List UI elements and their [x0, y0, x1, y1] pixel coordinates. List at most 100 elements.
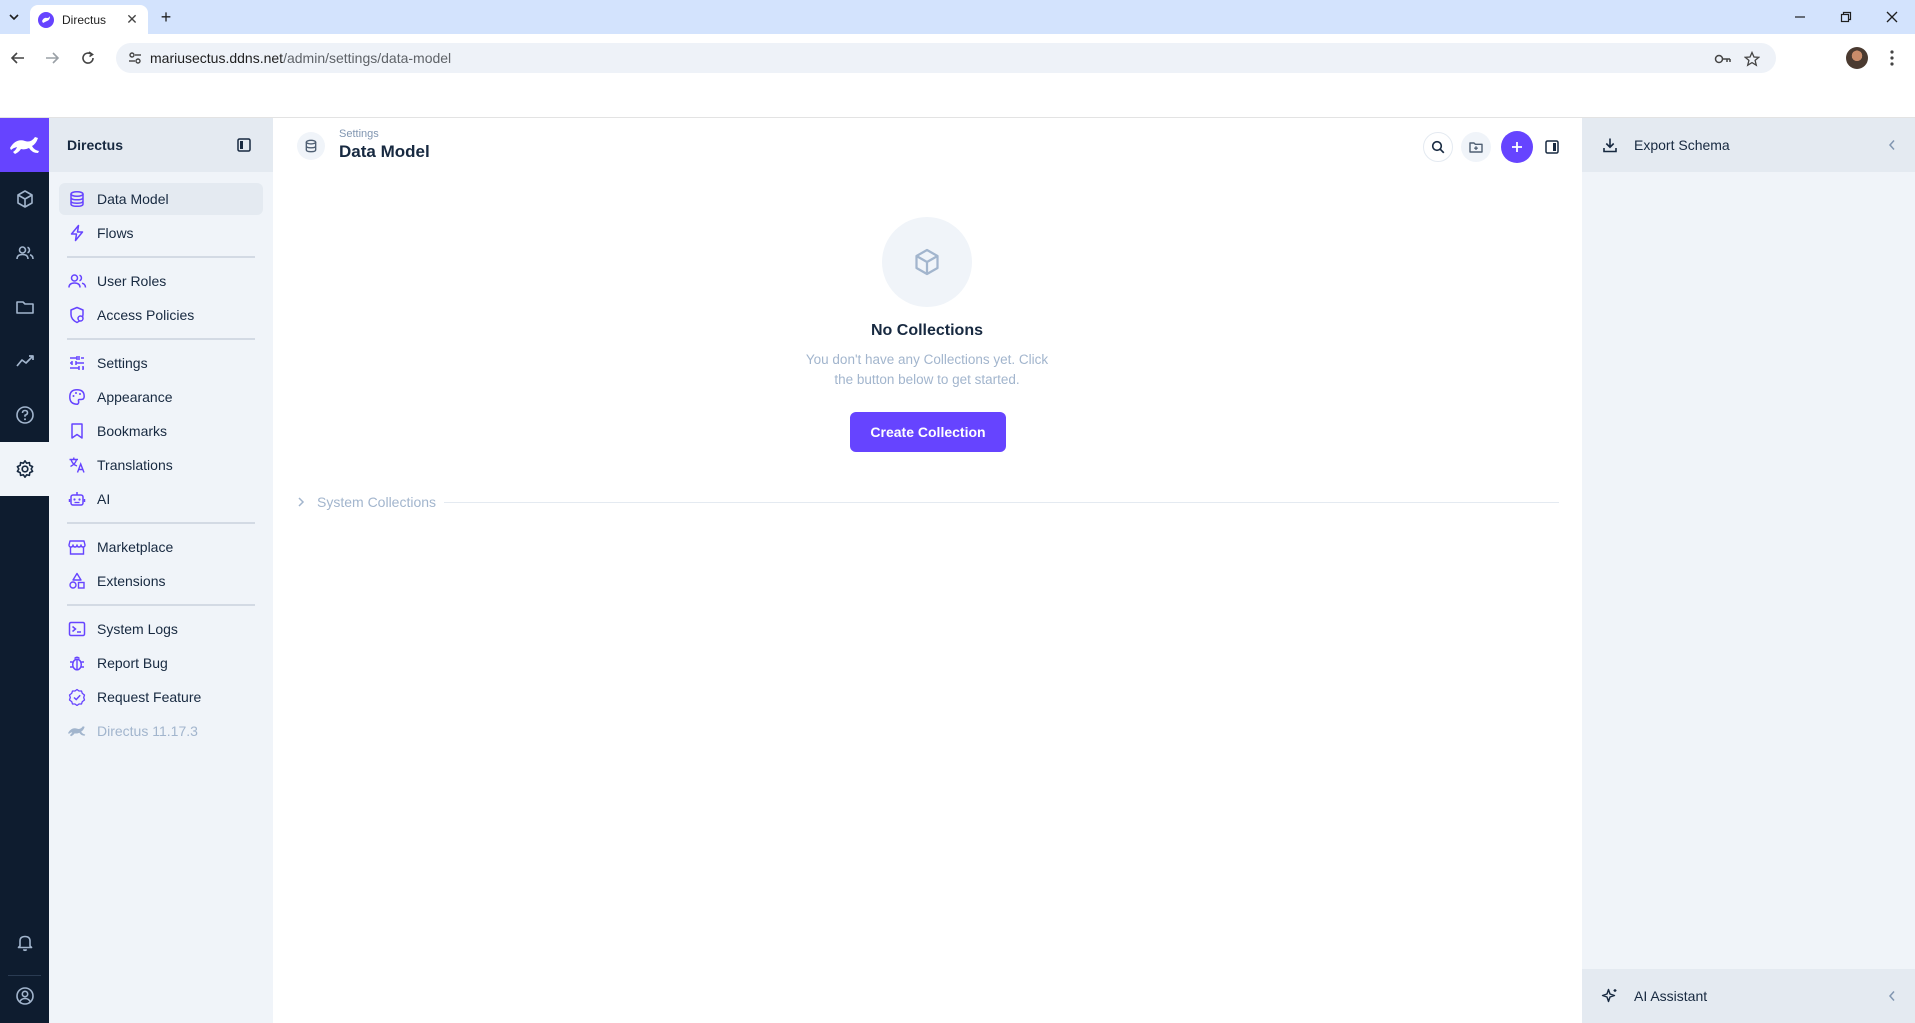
directus-icon [67, 721, 87, 741]
nav-label-version: Directus 11.17.3 [97, 723, 198, 739]
nav-item-report-bug[interactable]: Report Bug [59, 647, 263, 679]
password-key-icon[interactable] [1713, 49, 1733, 69]
toggle-sidebar-button[interactable] [1537, 132, 1567, 162]
close-window-icon[interactable] [1877, 5, 1907, 29]
page-title: Data Model [339, 142, 430, 161]
directus-favicon-icon [38, 11, 54, 28]
nav-divider [67, 522, 255, 524]
forward-icon[interactable] [38, 44, 66, 72]
nav-label-translations: Translations [97, 457, 173, 473]
nav-item-access-policies[interactable]: Access Policies [59, 299, 263, 331]
export-schema-button[interactable]: Export Schema [1582, 118, 1915, 172]
sparkle-icon [1600, 986, 1620, 1006]
url-path: /admin/settings/data-model [283, 50, 452, 66]
plus-icon [1512, 142, 1522, 152]
module-files-icon[interactable] [0, 280, 49, 334]
database-icon [67, 189, 87, 209]
download-icon [1600, 135, 1620, 155]
browser-profile-avatar[interactable] [1846, 47, 1868, 69]
system-collections-toggle[interactable]: System Collections [297, 492, 1559, 512]
store-icon [67, 537, 87, 557]
browser-menu-icon[interactable] [1880, 46, 1904, 70]
nav-item-version[interactable]: Directus 11.17.3 [59, 715, 263, 747]
reload-icon[interactable] [74, 44, 102, 72]
new-tab-icon[interactable]: + [156, 7, 176, 27]
back-icon[interactable] [4, 44, 32, 72]
nav-item-translations[interactable]: Translations [59, 449, 263, 481]
system-collections-label: System Collections [317, 494, 437, 510]
nav-item-system-logs[interactable]: System Logs [59, 613, 263, 645]
tab-search-icon[interactable] [4, 7, 24, 27]
check-badge-icon [67, 687, 87, 707]
settings-navigation: Directus Data Model Flows User Roles Acc… [49, 118, 273, 1023]
chevron-left-icon[interactable] [1883, 987, 1901, 1005]
browser-tab-bar: Directus ✕ + [0, 0, 1915, 34]
nav-item-settings[interactable]: Settings [59, 347, 263, 379]
nav-item-appearance[interactable]: Appearance [59, 381, 263, 413]
create-collection-button[interactable]: Create Collection [850, 412, 1006, 452]
nav-item-data-model[interactable]: Data Model [59, 183, 263, 215]
tab-close-icon[interactable]: ✕ [124, 11, 140, 28]
bookmark-star-icon[interactable] [1742, 49, 1762, 69]
module-profile-icon[interactable] [0, 969, 49, 1023]
module-help-icon[interactable] [0, 388, 49, 442]
browser-tab[interactable]: Directus ✕ [30, 5, 148, 34]
create-folder-button[interactable] [1461, 132, 1491, 162]
nav-header: Directus [49, 118, 273, 172]
nav-label-settings: Settings [97, 355, 148, 371]
main-content: Settings Data Model No Collections You d… [273, 118, 1582, 1023]
browser-toolbar: mariusectus.ddns.net/admin/settings/data… [0, 34, 1915, 118]
module-content-icon[interactable] [0, 172, 49, 226]
minimize-icon[interactable] [1785, 5, 1815, 29]
sliders-icon [67, 353, 87, 373]
right-sidebar: Export Schema AI Assistant [1582, 118, 1915, 1023]
directus-logo-icon[interactable] [0, 118, 49, 172]
module-bar [0, 118, 49, 1023]
policy-icon [67, 305, 87, 325]
palette-icon [67, 387, 87, 407]
site-info-icon[interactable] [120, 50, 150, 66]
nav-item-marketplace[interactable]: Marketplace [59, 531, 263, 563]
search-icon [1431, 140, 1445, 154]
empty-box-icon [882, 217, 972, 307]
nav-label-bookmarks: Bookmarks [97, 423, 168, 439]
nav-label-access-policies: Access Policies [97, 307, 195, 323]
ai-assistant-label: AI Assistant [1634, 988, 1708, 1004]
system-collections-divider [444, 501, 1559, 503]
header-database-icon [297, 132, 325, 160]
empty-state-text: You don't have any Collections yet. Clic… [805, 352, 1049, 387]
bookmark-icon [67, 421, 87, 441]
folder-add-icon [1469, 142, 1483, 153]
bug-icon [67, 653, 87, 673]
address-bar[interactable]: mariusectus.ddns.net/admin/settings/data… [116, 43, 1776, 73]
nav-item-extensions[interactable]: Extensions [59, 565, 263, 597]
nav-label-appearance: Appearance [97, 389, 173, 405]
nav-item-flows[interactable]: Flows [59, 217, 263, 249]
nav-item-request-feature[interactable]: Request Feature [59, 681, 263, 713]
chevron-right-icon [297, 497, 311, 507]
project-title: Directus [67, 137, 124, 153]
translate-icon [67, 455, 87, 475]
module-insights-icon[interactable] [0, 334, 49, 388]
module-settings-icon[interactable] [0, 442, 49, 496]
nav-divider [67, 604, 255, 606]
search-button[interactable] [1423, 132, 1453, 162]
chevron-left-icon[interactable] [1883, 136, 1901, 154]
nav-label-system-logs: System Logs [97, 621, 178, 637]
create-collection-add-button[interactable] [1501, 131, 1533, 163]
nav-item-user-roles[interactable]: User Roles [59, 265, 263, 297]
url-text: mariusectus.ddns.net/admin/settings/data… [150, 50, 451, 66]
nav-label-extensions: Extensions [97, 573, 166, 589]
breadcrumb[interactable]: Settings [339, 128, 379, 140]
nav-label-flows: Flows [97, 225, 134, 241]
bolt-icon [67, 223, 87, 243]
export-schema-label: Export Schema [1634, 137, 1730, 153]
module-notifications-icon[interactable] [0, 915, 49, 969]
nav-label-report-bug: Report Bug [97, 655, 168, 671]
nav-item-ai[interactable]: AI [59, 483, 263, 515]
collapse-nav-icon[interactable] [235, 136, 253, 154]
ai-assistant-button[interactable]: AI Assistant [1582, 969, 1915, 1023]
restore-icon[interactable] [1831, 5, 1861, 29]
module-users-icon[interactable] [0, 226, 49, 280]
nav-item-bookmarks[interactable]: Bookmarks [59, 415, 263, 447]
